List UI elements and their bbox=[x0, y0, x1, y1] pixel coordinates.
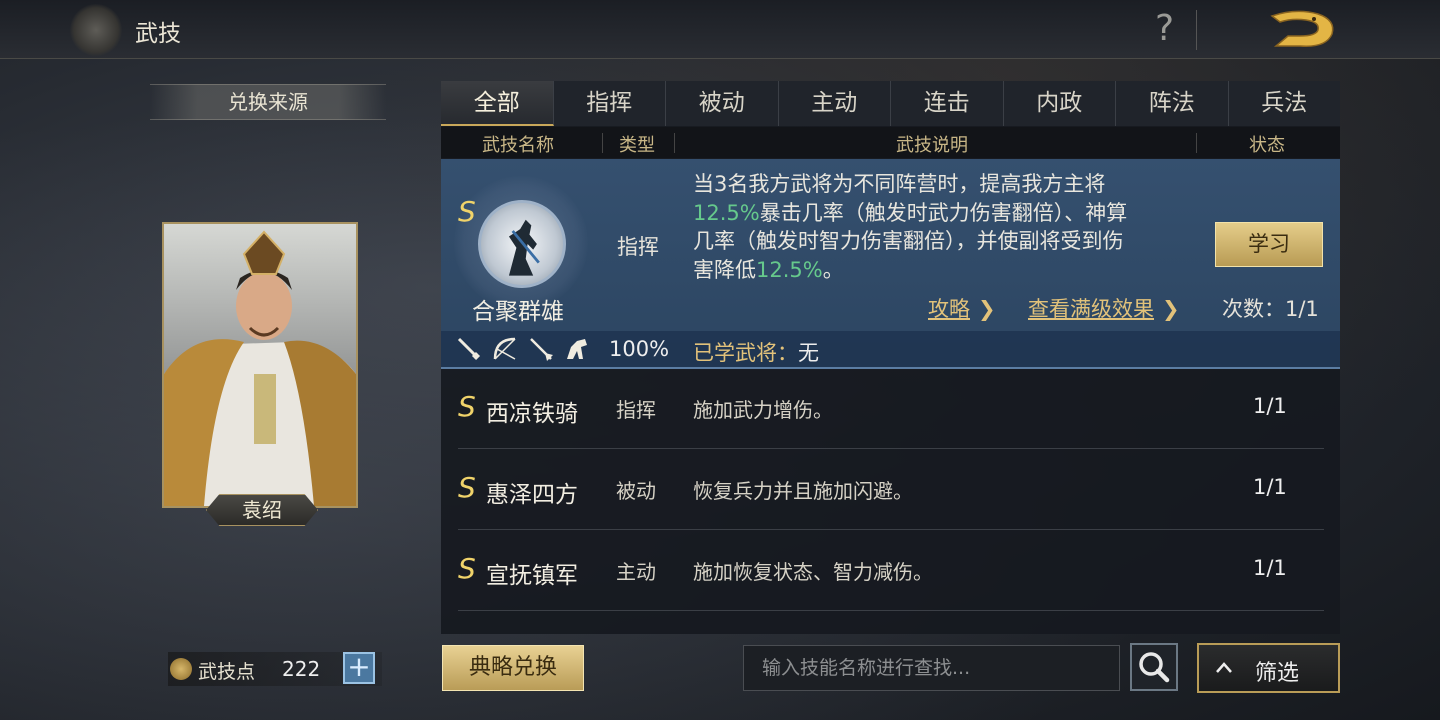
desc-text: 当3名我方武将为不同阵营时，提高我方主将 bbox=[693, 172, 1106, 196]
exchange-source-title: 兑换来源 bbox=[150, 84, 386, 120]
sword-icon bbox=[457, 337, 481, 361]
tab-governance[interactable]: 内政 bbox=[1004, 81, 1116, 126]
column-name: 武技名称 bbox=[482, 135, 554, 156]
search-button[interactable] bbox=[1130, 643, 1178, 691]
dragon-logo-icon[interactable] bbox=[1266, 6, 1338, 52]
category-tabs: 全部 指挥 被动 主动 连击 内政 阵法 兵法 bbox=[441, 81, 1340, 126]
skill-grade-badge: S bbox=[458, 552, 476, 585]
skill-row[interactable]: S 惠泽四方 被动 恢复兵力并且施加闪避。 1/1 bbox=[458, 449, 1324, 530]
view-full-level-effect-link[interactable]: 查看满级效果 ❯ bbox=[1028, 293, 1180, 323]
selected-skill-name: 合聚群雄 bbox=[472, 299, 564, 325]
skill-search-input[interactable] bbox=[743, 645, 1120, 691]
chevron-right-icon: ❯ bbox=[1162, 297, 1180, 321]
tab-tactics[interactable]: 兵法 bbox=[1229, 81, 1341, 126]
desc-text: 暴击几率（触发时武力伤害翻倍）、神算 bbox=[759, 200, 1128, 225]
tab-combo[interactable]: 连击 bbox=[891, 81, 1004, 126]
skill-name: 宣抚镇军 bbox=[486, 563, 578, 589]
desc-highlight-value: 12.5% bbox=[756, 257, 823, 282]
hero-portrait-card[interactable] bbox=[162, 222, 358, 508]
learn-button[interactable]: 学习 bbox=[1215, 222, 1323, 267]
hero-name: 袁绍 bbox=[206, 494, 318, 526]
chevron-right-icon: ❯ bbox=[978, 297, 996, 321]
learned-generals: 已学武将：无 bbox=[693, 337, 819, 367]
add-skill-points-button[interactable]: + bbox=[343, 652, 375, 684]
tab-command[interactable]: 指挥 bbox=[554, 81, 666, 126]
skill-points-label: 武技点 bbox=[198, 661, 256, 683]
skill-description: 恢复兵力并且施加闪避。 bbox=[693, 479, 913, 503]
guide-link-label: 攻略 bbox=[928, 297, 970, 321]
divider bbox=[674, 133, 675, 153]
tab-formation[interactable]: 阵法 bbox=[1116, 81, 1229, 126]
top-bar: 武技 ? bbox=[0, 0, 1440, 59]
desc-text: 害降低 bbox=[693, 257, 756, 282]
troop-compatibility-percent: 100% bbox=[609, 337, 670, 361]
skill-point-coin-icon bbox=[170, 658, 192, 680]
tab-active[interactable]: 主动 bbox=[779, 81, 891, 126]
desc-highlight-value: 12.5% bbox=[693, 200, 760, 225]
chevron-up-icon bbox=[1216, 662, 1232, 673]
skill-row[interactable]: S 西凉铁骑 指挥 施加武力增伤。 1/1 bbox=[458, 368, 1324, 449]
skill-description: 施加武力增伤。 bbox=[693, 398, 833, 422]
weapon-type-icons bbox=[455, 335, 591, 363]
bow-icon bbox=[493, 337, 516, 360]
help-icon[interactable]: ? bbox=[1155, 8, 1174, 49]
skill-points-value: 222 bbox=[282, 657, 321, 681]
column-description: 武技说明 bbox=[896, 135, 968, 156]
divider bbox=[1196, 10, 1197, 50]
skill-grade-badge: S bbox=[458, 195, 476, 228]
full-effect-link-label: 查看满级效果 bbox=[1028, 297, 1154, 321]
desc-text: 几率（触发时智力伤害翻倍），并使副将受到伤 bbox=[693, 229, 1124, 253]
exchange-button[interactable]: 典略兑换 bbox=[442, 645, 584, 691]
skill-type: 被动 bbox=[616, 479, 656, 503]
skill-icon bbox=[478, 200, 566, 288]
divider bbox=[1196, 133, 1197, 153]
selected-skill-description: 当3名我方武将为不同阵营时，提高我方主将 12.5%暴击几率（触发时武力伤害翻倍… bbox=[693, 170, 1183, 284]
emblem-icon bbox=[70, 4, 122, 56]
hero-portrait-image bbox=[164, 224, 356, 506]
table-header: 武技名称 类型 武技说明 状态 bbox=[441, 127, 1340, 158]
skill-name: 西凉铁骑 bbox=[486, 401, 578, 427]
skill-type: 指挥 bbox=[616, 398, 656, 422]
search-icon bbox=[1139, 652, 1170, 683]
tab-passive[interactable]: 被动 bbox=[666, 81, 779, 126]
tab-all[interactable]: 全部 bbox=[441, 81, 554, 126]
skill-name: 惠泽四方 bbox=[486, 482, 578, 508]
skill-state: 1/1 bbox=[1253, 394, 1287, 418]
spear-icon bbox=[530, 338, 553, 361]
guide-link[interactable]: 攻略 ❯ bbox=[928, 293, 996, 323]
divider bbox=[602, 133, 603, 153]
skill-grade-badge: S bbox=[458, 471, 476, 504]
desc-text: 。 bbox=[822, 257, 844, 282]
column-type: 类型 bbox=[619, 135, 655, 156]
learned-label: 已学武将： bbox=[693, 341, 798, 365]
skill-state: 1/1 bbox=[1253, 475, 1287, 499]
selected-skill-type: 指挥 bbox=[617, 235, 659, 259]
filter-button[interactable]: 筛选 bbox=[1197, 643, 1340, 693]
skill-grade-badge: S bbox=[458, 390, 476, 423]
horse-icon bbox=[567, 339, 587, 359]
skill-type: 主动 bbox=[616, 560, 656, 584]
skill-row[interactable]: S 宣抚镇军 主动 施加恢复状态、智力减伤。 1/1 bbox=[458, 530, 1324, 611]
page-title: 武技 bbox=[135, 21, 181, 47]
skill-description: 施加恢复状态、智力减伤。 bbox=[693, 560, 933, 584]
filter-label: 筛选 bbox=[1255, 661, 1300, 686]
usage-count: 次数：1/1 bbox=[1222, 297, 1319, 321]
skill-state: 1/1 bbox=[1253, 556, 1287, 580]
column-state: 状态 bbox=[1249, 135, 1285, 156]
learned-value: 无 bbox=[798, 341, 819, 365]
skill-points-bar: 武技点 222 + bbox=[168, 652, 382, 686]
